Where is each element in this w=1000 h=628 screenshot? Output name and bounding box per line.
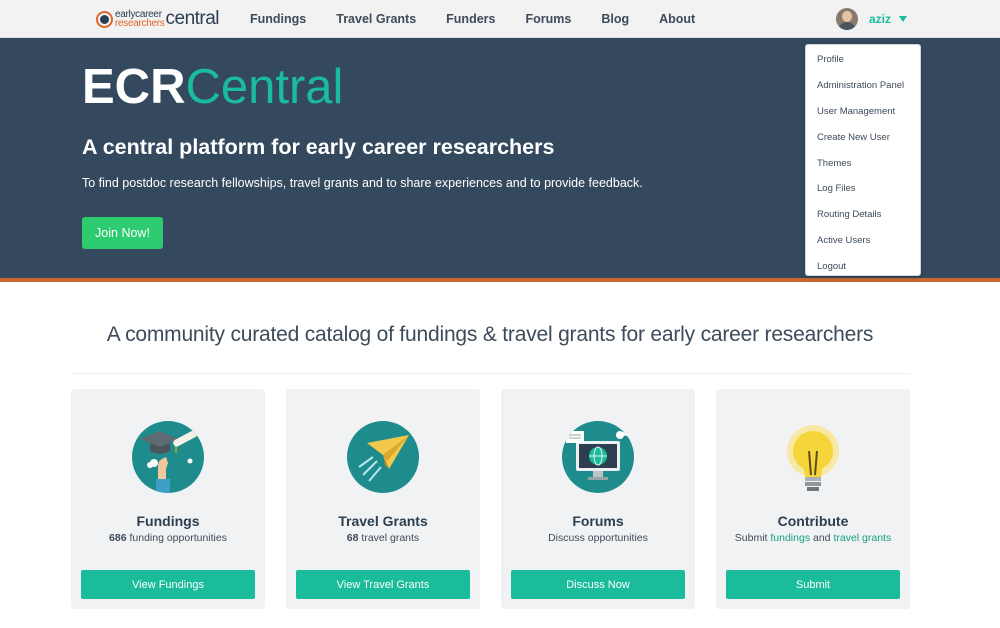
logo-wordmark: central [165, 8, 220, 29]
view-fundings-button[interactable]: View Fundings [81, 570, 255, 599]
menu-item-themes[interactable]: Themes [806, 150, 920, 176]
menu-item-create-new-user[interactable]: Create New User [806, 124, 920, 150]
nav-fundings[interactable]: Fundings [250, 12, 306, 26]
discuss-now-button[interactable]: Discuss Now [511, 570, 685, 599]
card-contribute: Contribute Submit fundings and travel gr… [716, 389, 910, 609]
nav-forums[interactable]: Forums [525, 12, 571, 26]
nav-about[interactable]: About [659, 12, 695, 26]
avatar[interactable] [836, 8, 858, 30]
contribute-text-mid: and [813, 532, 831, 544]
contribute-text-prefix: Submit [734, 532, 768, 544]
card-description: 686 funding opportunities [71, 532, 265, 544]
paper-plane-icon [347, 421, 419, 493]
submit-button[interactable]: Submit [726, 570, 900, 599]
menu-item-logout[interactable]: Logout [806, 253, 920, 279]
fundings-link[interactable]: fundings [770, 532, 810, 544]
funding-count: 686 [109, 532, 127, 544]
logo-line2: researchers [115, 18, 165, 29]
globe-icon [96, 10, 113, 28]
site-logo[interactable]: earlycareer researchers central [96, 7, 220, 31]
travel-grants-link[interactable]: travel grants [833, 532, 891, 544]
menu-item-user-management[interactable]: User Management [806, 99, 920, 125]
card-travel-grants: Travel Grants 68 travel grants View Trav… [286, 389, 480, 609]
section-divider [72, 373, 910, 374]
main-nav: Fundings Travel Grants Funders Forums Bl… [250, 0, 725, 38]
hero-subtitle: A central platform for early career rese… [82, 135, 555, 159]
username[interactable]: aziz [869, 12, 891, 26]
card-forums: Forums Discuss opportunities Discuss Now [501, 389, 695, 609]
nav-blog[interactable]: Blog [601, 12, 629, 26]
view-travel-grants-button[interactable]: View Travel Grants [296, 570, 470, 599]
hero-description: To find postdoc research fellowships, tr… [82, 176, 643, 190]
hero-title: ECRCentral [82, 58, 343, 116]
card-title: Travel Grants [338, 513, 428, 529]
monitor-globe-icon [562, 421, 634, 493]
card-description: Discuss opportunities [548, 532, 648, 544]
travel-grant-count: 68 [346, 532, 359, 544]
nav-funders[interactable]: Funders [446, 12, 495, 26]
card-description: 68 travel grants [286, 532, 480, 544]
card-title: Forums [572, 513, 624, 529]
nav-travel-grants[interactable]: Travel Grants [336, 12, 416, 26]
menu-item-administration-panel[interactable]: Administration Panel [806, 73, 920, 99]
menu-item-profile[interactable]: Profile [806, 47, 920, 73]
user-menu-toggle[interactable]: aziz [836, 8, 908, 30]
user-dropdown-menu: Profile Administration Panel User Manage… [805, 44, 921, 276]
navbar: earlycareer researchers central Fundings… [0, 0, 1000, 38]
catalog-heading: A community curated catalog of fundings … [106, 323, 874, 346]
card-title: Contribute [777, 513, 849, 529]
graduation-cap-icon [132, 421, 204, 493]
menu-item-active-users[interactable]: Active Users [806, 228, 920, 254]
hero-title-central: Central [185, 60, 344, 114]
card-description: Submit fundings and travel grants [716, 532, 910, 544]
card-fundings: Fundings 686 funding opportunities View … [71, 389, 265, 609]
caret-down-icon[interactable] [899, 16, 908, 22]
card-title: Fundings [136, 513, 200, 529]
join-now-button[interactable]: Join Now! [82, 217, 163, 249]
menu-item-routing-details[interactable]: Routing Details [806, 202, 920, 228]
card-text: funding opportunities [129, 532, 227, 544]
lightbulb-icon [777, 421, 849, 493]
card-text: travel grants [361, 532, 420, 544]
hero-title-ecr: ECR [82, 60, 186, 114]
menu-item-log-files[interactable]: Log Files [806, 176, 920, 202]
